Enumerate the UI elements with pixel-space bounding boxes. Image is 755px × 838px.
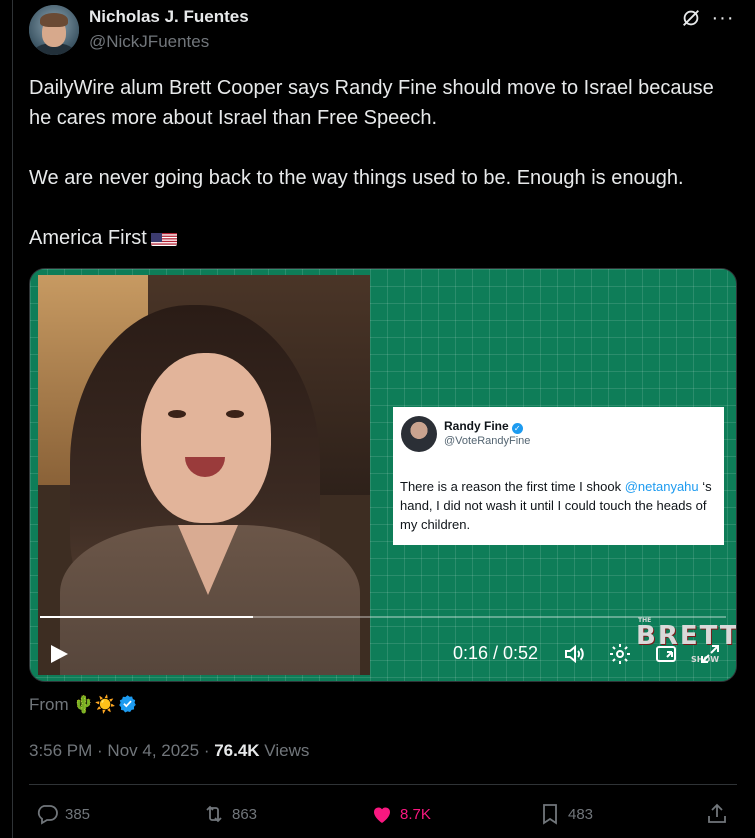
divider (29, 784, 737, 785)
tweet-text-line: America First (29, 227, 147, 249)
reply-button[interactable]: 385 (35, 801, 90, 827)
repost-icon (206, 805, 222, 823)
share-button[interactable] (705, 801, 735, 827)
us-flag-icon (150, 229, 177, 246)
tweet-text-paragraph: America First (29, 223, 739, 253)
picture-in-picture-icon[interactable] (654, 642, 678, 666)
like-button[interactable]: 8.7K (370, 801, 431, 827)
volume-icon[interactable] (562, 642, 586, 666)
views-label: Views (259, 741, 310, 760)
video-time: 0:16 / 0:52 (453, 643, 539, 663)
like-count: 8.7K (400, 805, 431, 823)
bookmark-count: 483 (568, 805, 594, 823)
more-options-icon[interactable]: ··· (711, 6, 735, 30)
settings-gear-icon[interactable] (608, 642, 632, 666)
author-handle[interactable]: @NickJFuentes (89, 32, 209, 52)
heart-icon (374, 807, 390, 823)
card-author-handle: @VoteRandyFine (444, 435, 531, 447)
card-mention: @netanyahu (624, 479, 699, 494)
card-text: There is a reason the first time I shook… (400, 477, 722, 534)
video-player[interactable]: Randy Fine ✓ @VoteRandyFine There is a re… (29, 268, 737, 682)
bookmark-icon (543, 804, 557, 825)
from-source[interactable]: From 🌵☀️ (29, 694, 137, 715)
tweet-text-paragraph: We are never going back to the way thing… (29, 167, 684, 189)
grok-icon[interactable] (679, 6, 703, 30)
card-author-name-text: Randy Fine (444, 419, 509, 433)
repost-count: 863 (232, 805, 258, 823)
bookmark-button[interactable]: 483 (538, 801, 593, 827)
tweet-meta: 3:56 PM · Nov 4, 2025 · 76.4K Views (29, 741, 309, 761)
fullscreen-icon[interactable] (698, 642, 722, 666)
play-icon[interactable] (48, 643, 70, 665)
video-progress-bar[interactable] (40, 616, 726, 618)
reply-count: 385 (65, 805, 91, 823)
verified-badge-icon (118, 694, 137, 713)
repost-button[interactable]: 863 (202, 801, 257, 827)
card-avatar (401, 416, 437, 452)
tweet-timestamp[interactable]: 3:56 PM · Nov 4, 2025 · (29, 741, 214, 760)
verified-icon: ✓ (511, 423, 523, 434)
reply-icon (37, 805, 58, 825)
share-icon (708, 803, 726, 823)
from-emojis: 🌵☀️ (73, 695, 116, 714)
video-progress-fill (40, 616, 253, 618)
from-label: From (29, 695, 69, 714)
views-count: 76.4K (214, 741, 260, 760)
author-name[interactable]: Nicholas J. Fuentes (89, 7, 249, 27)
embedded-tweet-card: Randy Fine ✓ @VoteRandyFine There is a re… (393, 407, 724, 545)
author-avatar[interactable] (29, 5, 79, 55)
tweet-text-paragraph: DailyWire alum Brett Cooper says Randy F… (29, 77, 714, 129)
card-author-name: Randy Fine ✓ (444, 419, 523, 434)
video-person-frame (38, 275, 370, 675)
card-text-start: There is a reason the first time I shook (400, 479, 625, 494)
